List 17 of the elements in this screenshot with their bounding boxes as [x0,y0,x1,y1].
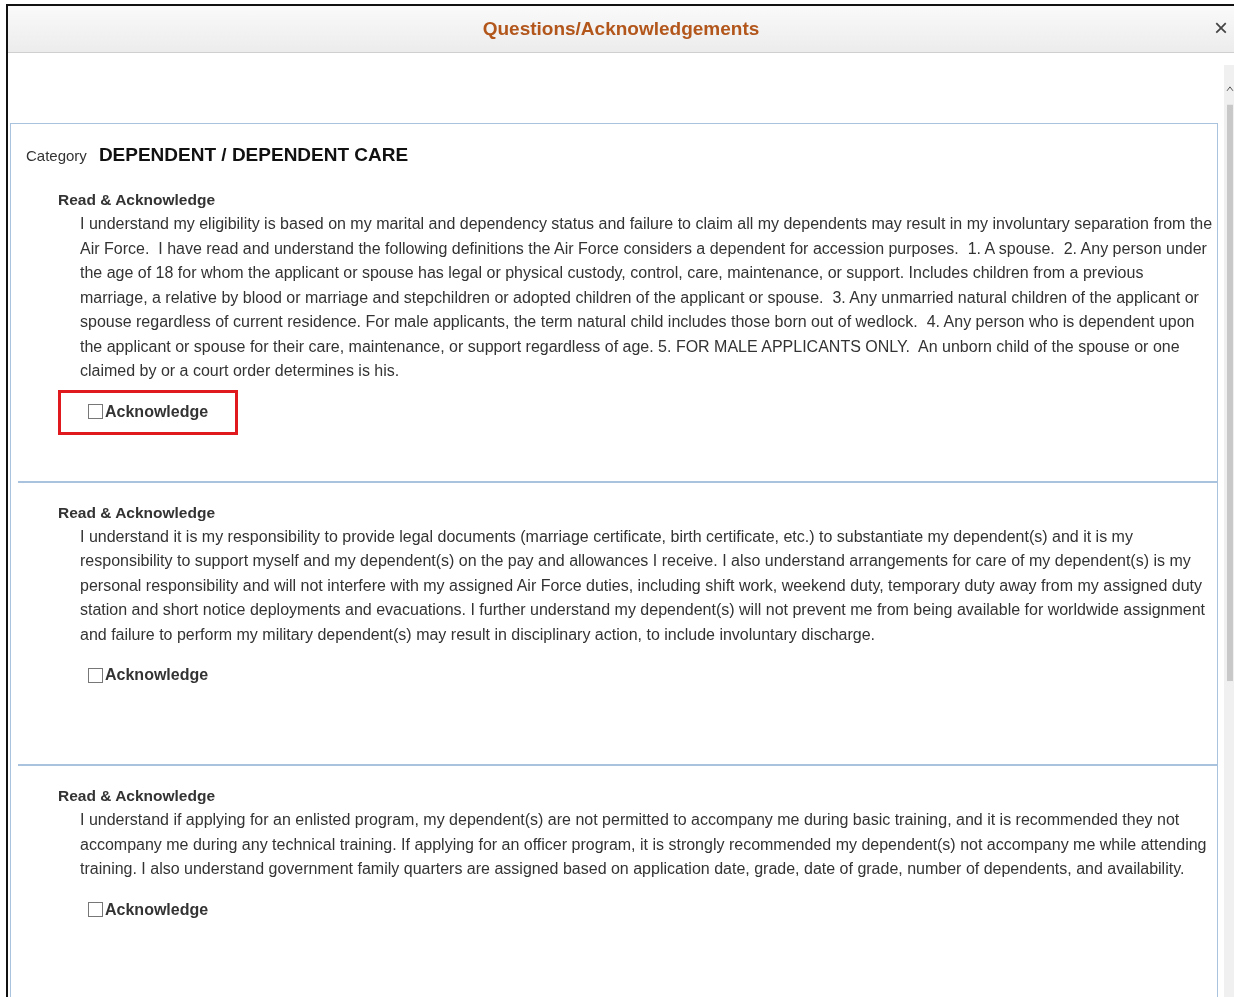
scrollbar-drawing[interactable] [1222,65,1234,997]
checkbox-label: Acknowledge [105,900,209,919]
category-label: Category [26,147,87,164]
acknowledgement-text: I understand my eligibility is based on my marital and dependency status and failure to claim all my dependents may result in my involuntary separation from the Air Force. I have read and understand the following definitions the Air Force considers a dependent for accession purposes. 1. A spouse. 2. Any person under the age of 18 for whom the applicant or spouse has legal or physical custody, control, care, maintenance, or support. Includes children from a previous marriage, a relative by blood or marriage and stepchildren or adopted children of the applicant or spouse. 3. Any unmarried natural children of the applicant or spouse regardless of current residence. For male applicants, the term natural child includes those born out of wedlock. 4. Any person who is dependent upon the applicant or spouse for their care, maintenance, or support regardless of age. 5. FOR MALE APPLICANTS ONLY. An unborn child of the spouse or one claimed by or a court order determines is his. [80,214,1214,381]
section-heading: Read & Acknowledge [58,786,217,806]
section-heading: Read & Acknowledge [58,502,217,523]
checkbox-label: Acknowledge [105,666,209,684]
section-heading: Read & Acknowledge [58,190,217,210]
checkbox[interactable] [88,667,103,683]
close-button[interactable]: × [1210,16,1232,40]
dialog-title: Questions/Acknowledgements [482,18,760,40]
acknowledgement-text: I understand it is my responsibility to provide legal documents (marriage certificate, birth certificate, etc.) to substantiate my dependent(s) and it is my responsibility to support myself and my dependent(s) on the pay and allowances I receive. I also understand arrangements for care of my dependent(s) is my personal responsibility and will not interfere with my assigned Air Force duties, including shift work, weekend duty, temporary duty away from my assigned duty station and short notice deployments and evacuations. I further understand my dependent(s) will not prevent me from being available for worldwide assignment and failure to perform my military dependent(s) may result in disciplinary action, to include involuntary discharge. [80,526,1207,645]
checkbox[interactable] [88,902,103,917]
checkbox-label: Acknowledge [105,402,209,421]
category-value: DEPENDENT / DEPENDENT CARE [98,144,409,166]
checkbox[interactable] [88,404,103,419]
acknowledgement-text: I understand if applying for an enlisted program, my dependent(s) are not permitted to accompany me during basic training, and it is recommended they not accompany me during any technical training. If applying for an officer program, it is strongly recommended my dependent(s) not accompany me while attending training. I also understand government family quarters are assigned based on application date, grade, date of grade, number of dependents, and availability. [80,810,1208,879]
